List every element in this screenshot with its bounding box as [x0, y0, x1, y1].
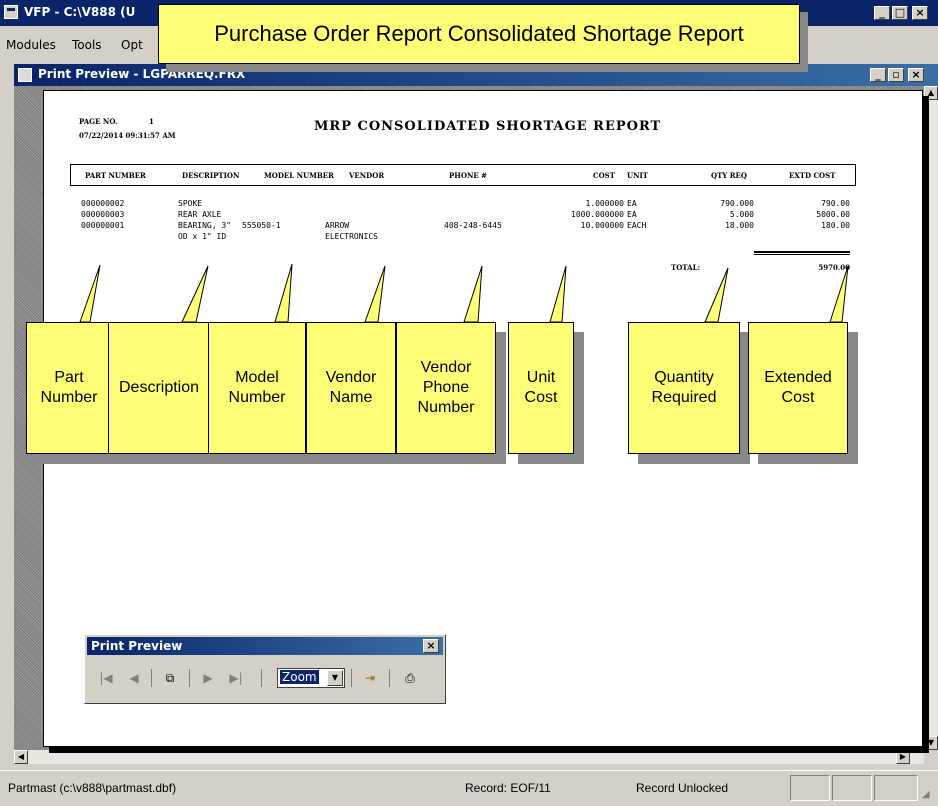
report-name-callout: Purchase Order Report Consolidated Short…	[158, 4, 800, 64]
callout-quantity-required: Quantity Required	[628, 322, 740, 454]
separator	[389, 669, 390, 687]
go-to-page-icon[interactable]: ⧉	[159, 667, 181, 689]
toolbar-close-button[interactable]: ×	[423, 639, 439, 653]
toolbar-title: Print Preview	[91, 639, 183, 653]
separator	[189, 669, 190, 687]
pointer-description	[181, 265, 209, 323]
status-record: Record: EOF/11	[465, 781, 551, 795]
zoom-select[interactable]: Zoom ▼	[277, 668, 345, 688]
status-file: Partmast (c:\v888\partmast.dbf)	[8, 781, 177, 795]
separator	[351, 669, 352, 687]
resize-grip-icon[interactable]: ◢	[922, 789, 930, 800]
status-bar: Partmast (c:\v888\partmast.dbf) Record: …	[0, 770, 938, 806]
separator	[261, 669, 262, 687]
previous-page-icon[interactable]: ◀	[123, 667, 145, 689]
last-page-icon[interactable]: ▶|	[225, 667, 247, 689]
close-preview-icon[interactable]: ⇥	[359, 667, 381, 689]
pointer-extended-cost	[829, 265, 849, 323]
pointer-model-number	[274, 263, 293, 323]
status-panel	[874, 775, 918, 801]
printer-icon[interactable]: ⎙	[399, 667, 421, 689]
toolbar-title-bar[interactable]: Print Preview ×	[87, 637, 443, 655]
first-page-icon[interactable]: |◀	[95, 667, 117, 689]
callout-unit-cost: Unit Cost	[508, 322, 574, 454]
chevron-down-icon[interactable]: ▼	[327, 670, 343, 686]
zoom-value: Zoom	[280, 670, 319, 684]
callout-part-number: Part Number	[26, 322, 112, 454]
callout-vendor-name: Vendor Name	[306, 322, 396, 454]
callout-extended-cost: Extended Cost	[748, 322, 848, 454]
pointer-unit-cost	[549, 265, 567, 323]
callout-vendor-phone-number: Vendor Phone Number	[396, 322, 496, 454]
callout-model-number: Model Number	[208, 322, 306, 454]
pointer-quantity-required	[704, 267, 729, 323]
pointer-vendor-phone	[463, 265, 483, 323]
pointer-part-number	[79, 264, 101, 323]
status-panel	[790, 775, 830, 801]
callout-description: Description	[108, 322, 210, 454]
print-preview-toolbar[interactable]: Print Preview × |◀ ◀ ⧉ ▶ ▶| Zoom ▼ ⇥ ⎙	[84, 634, 446, 704]
status-panel	[832, 775, 872, 801]
separator	[151, 669, 152, 687]
next-page-icon[interactable]: ▶	[197, 667, 219, 689]
status-lock: Record Unlocked	[636, 781, 729, 795]
pointer-vendor-name	[364, 265, 386, 323]
